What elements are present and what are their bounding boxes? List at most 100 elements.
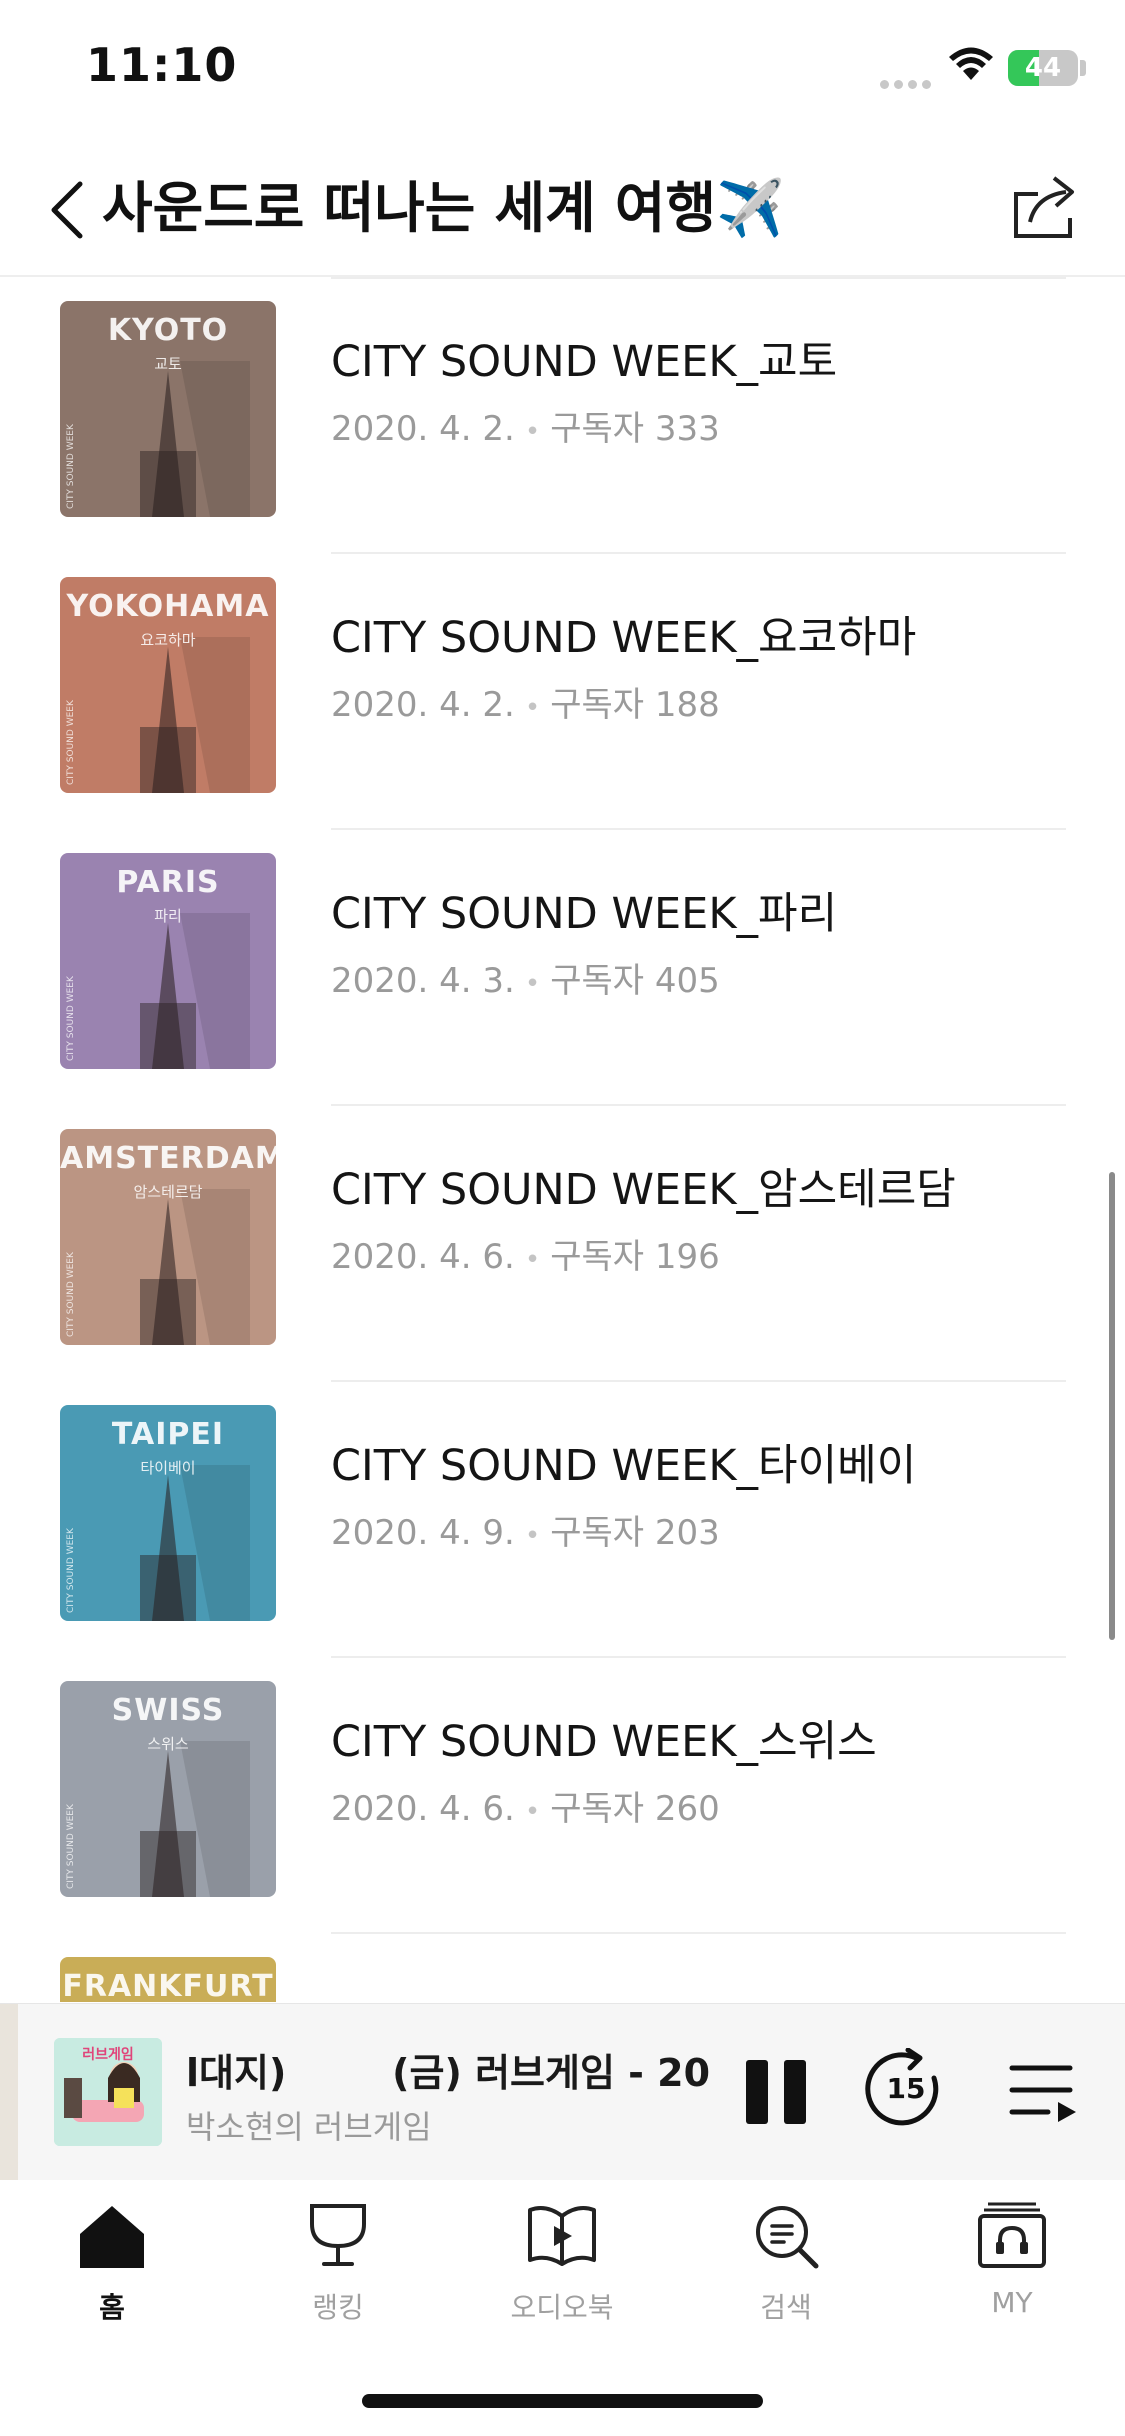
header: 사운드로 떠나는 세계 여행✈️ — [0, 140, 1125, 277]
episode-title: CITY SOUND WEEK_교토 — [331, 337, 838, 387]
meta-separator: • — [524, 1245, 541, 1275]
thumbnail-city-name-ko: 타이베이 — [140, 1459, 196, 1477]
player-artwork[interactable]: 러브게임 — [54, 2038, 162, 2146]
episode-meta: 2020. 4. 2. • 구독자 188 — [331, 677, 720, 726]
thumbnail-city-name-ko: 교토 — [154, 355, 182, 373]
thumbnail-side-label: CITY SOUND WEEK — [66, 424, 76, 509]
battery-percent: 44 — [1024, 53, 1062, 83]
tab-label: MY — [991, 2286, 1033, 2319]
thumbnail-city-name-ko: 파리 — [154, 907, 182, 925]
tab-label: 오디오북 — [510, 2291, 614, 2324]
battery-nub — [1080, 60, 1086, 76]
queue-icon[interactable] — [1008, 2060, 1078, 2124]
episode-date: 2020. 4. 2. — [331, 685, 515, 725]
episode-thumbnail[interactable]: FRANKFURTCITY SOUND WEEK — [60, 1957, 276, 2002]
episode-title: CITY SOUND WEEK_타이베이 — [331, 1441, 917, 1491]
player-artwork-label: 러브게임 — [82, 2047, 134, 2063]
search-icon — [756, 2206, 819, 2269]
episode-title: CITY SOUND WEEK_요코하마 — [331, 613, 917, 663]
episode-date: 2020. 4. 6. — [331, 1789, 515, 1829]
audiobook-icon — [528, 2206, 596, 2266]
episode-subscribers: 구독자 203 — [550, 1513, 720, 1553]
tab-search[interactable]: 검색 — [706, 2200, 866, 2330]
episode-date: 2020. 4. 2. — [331, 409, 515, 449]
episode-item[interactable]: TAIPEI 타이베이 CITY SOUND WEEK CITY SOUND WEEK… — [0, 1381, 1125, 1658]
meta-separator: • — [524, 1521, 541, 1551]
home-icon — [80, 2206, 144, 2268]
episode-subscribers: 구독자 405 — [550, 961, 720, 1001]
episode-meta: 2020. 4. 6. • 구독자 196 — [331, 1229, 720, 1278]
share-icon[interactable] — [1008, 170, 1082, 244]
tab-my[interactable]: MY — [932, 2200, 1092, 2330]
thumbnail-city-name: TAIPEI — [111, 1417, 225, 1452]
status-bar: 11:10 44 — [0, 0, 1125, 140]
episode-thumbnail[interactable]: PARIS 파리 CITY SOUND WEEK — [60, 853, 276, 1069]
mini-player[interactable]: 러브게임 l대지) (금) 러브게임 - 20 박소현의 러브게임 15 — [0, 2003, 1125, 2180]
thumbnail-side-label: CITY SOUND WEEK — [66, 1528, 76, 1613]
thumbnail-side-label: CITY SOUND WEEK — [66, 976, 76, 1061]
thumbnail-city-name: FRANKFURT — [62, 1969, 274, 2002]
episode-item[interactable]: AMSTERDAM 암스테르담 CITY SOUND WEEK CITY SOUND … — [0, 1105, 1125, 1382]
episode-thumbnail[interactable]: KYOTO 교토 CITY SOUND WEEK — [60, 301, 276, 517]
thumbnail-city-name: SWISS — [111, 1693, 225, 1728]
episode-thumbnail[interactable]: SWISS 스위스 CITY SOUND WEEK — [60, 1681, 276, 1897]
player-subtitle: 박소현의 러브게임 — [186, 2108, 432, 2146]
wifi-icon — [949, 47, 993, 80]
pause-icon[interactable] — [742, 2056, 810, 2128]
episode-item[interactable]: PARIS 파리 CITY SOUND WEEK CITY SOUND WEEK_파리… — [0, 829, 1125, 1106]
my-library-icon — [978, 2202, 1046, 2268]
episode-thumbnail[interactable]: AMSTERDAM 암스테르담 CITY SOUND WEEK — [60, 1129, 276, 1345]
skip-forward-15-icon[interactable]: 15 — [864, 2047, 948, 2132]
status-time: 11:10 — [86, 38, 238, 92]
player-title: l대지) (금) 러브게임 - 20 — [186, 2051, 711, 2095]
episode-subscribers: 구독자 188 — [550, 685, 720, 725]
episode-item[interactable]: YOKOHAMA 요코하마 CITY SOUND WEEK CITY SOUND WE… — [0, 553, 1125, 830]
episode-subscribers: 구독자 260 — [550, 1789, 720, 1829]
episode-meta: 2020. 4. 9. • 구독자 203 — [331, 1505, 720, 1554]
tab-label: 홈 — [99, 2291, 125, 2324]
thumbnail-city-name: PARIS — [116, 865, 220, 900]
cellular-signal-icon — [880, 74, 936, 89]
home-indicator[interactable] — [362, 2394, 763, 2408]
episode-meta: 2020. 4. 3. • 구독자 405 — [331, 953, 720, 1002]
tab-label: 랭킹 — [312, 2291, 364, 2324]
episode-list[interactable]: KYOTO 교토 CITY SOUND WEEK CITY SOUND WEEK_교토… — [0, 277, 1125, 2002]
thumbnail-city-name: YOKOHAMA — [66, 589, 270, 624]
battery-icon: 44 — [1008, 50, 1078, 86]
tab-audiobook[interactable]: 오디오북 — [482, 2200, 642, 2330]
meta-separator: • — [524, 693, 541, 723]
skip-label: 15 — [886, 2072, 926, 2105]
meta-separator: • — [524, 1797, 541, 1827]
episode-thumbnail[interactable]: YOKOHAMA 요코하마 CITY SOUND WEEK — [60, 577, 276, 793]
episode-item[interactable]: SWISS 스위스 CITY SOUND WEEK CITY SOUND WEEK_스… — [0, 1657, 1125, 1934]
chevron-left-icon[interactable] — [46, 178, 90, 242]
episode-title: CITY SOUND WEEK_스위스 — [331, 1717, 877, 1767]
episode-title: CITY SOUND WEEK_암스테르담 — [331, 1165, 956, 1215]
thumbnail-city-name: KYOTO — [107, 313, 229, 348]
tab-home[interactable]: 홈 — [32, 2200, 192, 2330]
episode-date: 2020. 4. 9. — [331, 1513, 515, 1553]
episode-meta: 2020. 4. 2. • 구독자 333 — [331, 401, 720, 450]
thumbnail-side-label: CITY SOUND WEEK — [66, 700, 76, 785]
episode-subscribers: 구독자 196 — [550, 1237, 720, 1277]
thumbnail-city-name: AMSTERDAM — [60, 1141, 276, 1176]
episode-title: CITY SOUND WEEK_파리 — [331, 889, 838, 939]
episode-thumbnail[interactable]: TAIPEI 타이베이 CITY SOUND WEEK — [60, 1405, 276, 1621]
scroll-indicator[interactable] — [1109, 1172, 1115, 1640]
episode-item[interactable]: FRANKFURTCITY SOUND WEEK — [0, 1933, 1125, 2002]
episode-date: 2020. 4. 3. — [331, 961, 515, 1001]
episode-meta: 2020. 4. 6. • 구독자 260 — [331, 1781, 720, 1830]
meta-separator: • — [524, 969, 541, 999]
player-progress-strip — [0, 2004, 18, 2180]
tab-ranking[interactable]: 랭킹 — [258, 2200, 418, 2330]
episode-date: 2020. 4. 6. — [331, 1237, 515, 1277]
thumbnail-city-name-ko: 요코하마 — [140, 631, 196, 649]
thumbnail-city-name-ko: 암스테르담 — [133, 1183, 203, 1201]
episode-subscribers: 구독자 333 — [550, 409, 720, 449]
trophy-icon — [310, 2204, 366, 2266]
thumbnail-city-name-ko: 스위스 — [147, 1735, 189, 1753]
page-title: 사운드로 떠나는 세계 여행✈️ — [102, 176, 785, 240]
meta-separator: • — [524, 417, 541, 447]
episode-item[interactable]: KYOTO 교토 CITY SOUND WEEK CITY SOUND WEEK_교토… — [0, 277, 1125, 554]
thumbnail-side-label: CITY SOUND WEEK — [66, 1252, 76, 1337]
